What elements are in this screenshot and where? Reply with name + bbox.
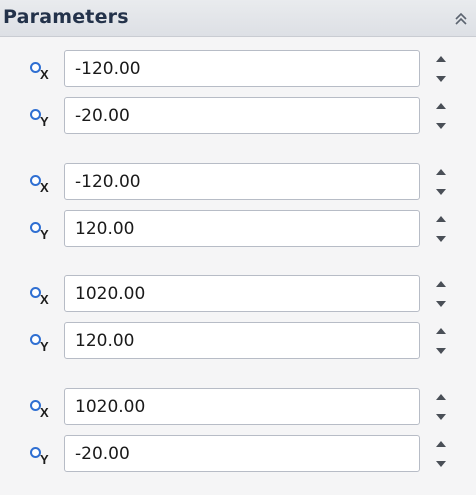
spin-down-icon[interactable] (432, 230, 450, 247)
point-1-x-spinner[interactable] (432, 51, 450, 87)
point-2-y-row: Y (0, 207, 476, 249)
axis-label-x: X (40, 292, 49, 307)
axis-label-y: Y (40, 339, 49, 354)
point-1-x-input[interactable] (64, 50, 420, 87)
point-4-x-input[interactable] (64, 388, 420, 425)
axis-label-x: X (40, 180, 49, 195)
spin-up-icon[interactable] (432, 211, 450, 228)
point-2-y-spinner[interactable] (432, 211, 450, 247)
spin-up-icon[interactable] (432, 323, 450, 340)
point-4-y-row: Y (0, 432, 476, 474)
point-4-y-spinner[interactable] (432, 436, 450, 472)
point-3-y-row: Y (0, 319, 476, 361)
spin-up-icon[interactable] (432, 389, 450, 406)
point-2-x-spinner[interactable] (432, 164, 450, 200)
spin-up-icon[interactable] (432, 98, 450, 115)
point-4-x-row: X (0, 385, 476, 427)
point-4-x-spinner[interactable] (432, 389, 450, 425)
axis-label-y: Y (40, 227, 49, 242)
point-x-icon: X (28, 57, 58, 87)
point-1-x-row: X (0, 47, 476, 89)
point-3-y-input[interactable] (64, 322, 420, 359)
axis-label-y: Y (40, 452, 49, 467)
point-3-y-spinner[interactable] (432, 323, 450, 359)
axis-label-x: X (40, 405, 49, 420)
spin-up-icon[interactable] (432, 436, 450, 453)
point-y-icon: Y (28, 217, 58, 247)
point-y-icon: Y (28, 104, 58, 134)
point-2-x-row: X (0, 160, 476, 202)
point-3-x-spinner[interactable] (432, 276, 450, 312)
point-1-y-spinner[interactable] (432, 98, 450, 134)
point-x-icon: X (28, 170, 58, 200)
spin-down-icon[interactable] (432, 183, 450, 200)
point-2-x-input[interactable] (64, 163, 420, 200)
point-4-y-input[interactable] (64, 435, 420, 472)
parameters-panel: Parameters X Y X (0, 0, 476, 495)
point-1-y-input[interactable] (64, 97, 420, 134)
spin-down-icon[interactable] (432, 117, 450, 134)
panel-title: Parameters (3, 6, 129, 28)
spin-down-icon[interactable] (432, 408, 450, 425)
spin-down-icon[interactable] (432, 455, 450, 472)
axis-label-y: Y (40, 114, 49, 129)
point-x-icon: X (28, 282, 58, 312)
spin-down-icon[interactable] (432, 70, 450, 87)
double-chevron-up-icon[interactable] (452, 10, 470, 28)
point-x-icon: X (28, 395, 58, 425)
point-1-y-row: Y (0, 94, 476, 136)
spin-down-icon[interactable] (432, 295, 450, 312)
point-y-icon: Y (28, 442, 58, 472)
spin-down-icon[interactable] (432, 342, 450, 359)
spin-up-icon[interactable] (432, 51, 450, 68)
axis-label-x: X (40, 67, 49, 82)
point-3-x-row: X (0, 272, 476, 314)
spin-up-icon[interactable] (432, 164, 450, 181)
spin-up-icon[interactable] (432, 276, 450, 293)
point-3-x-input[interactable] (64, 275, 420, 312)
point-y-icon: Y (28, 329, 58, 359)
point-2-y-input[interactable] (64, 210, 420, 247)
panel-header[interactable]: Parameters (0, 0, 476, 37)
